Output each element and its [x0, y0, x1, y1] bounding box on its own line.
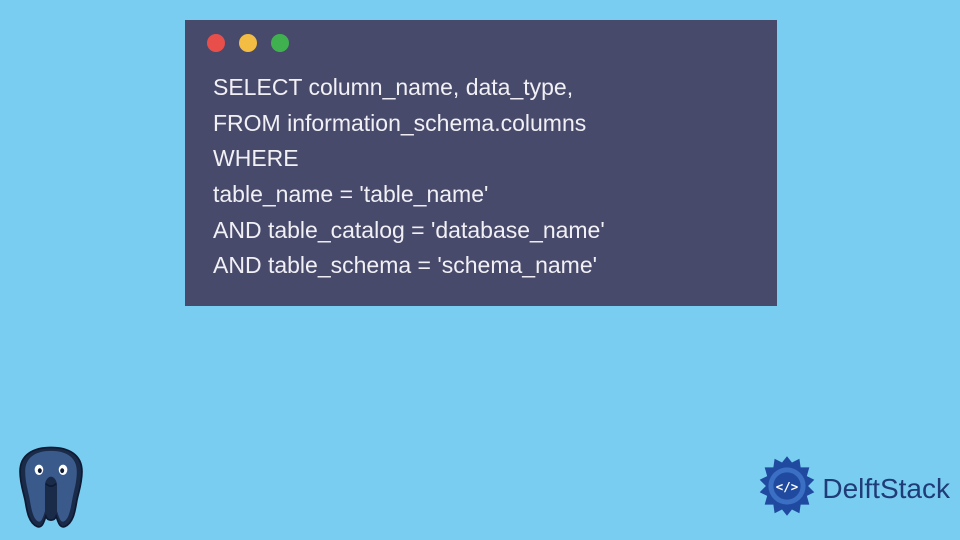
maximize-icon: [271, 34, 289, 52]
code-window: SELECT column_name, data_type, FROM info…: [185, 20, 777, 306]
delftstack-logo: </> DelftStack: [756, 455, 950, 522]
code-line: FROM information_schema.columns: [213, 110, 586, 136]
code-block: SELECT column_name, data_type, FROM info…: [213, 70, 759, 284]
minimize-icon: [239, 34, 257, 52]
delftstack-gear-icon: </>: [756, 455, 818, 522]
svg-text:</>: </>: [776, 479, 798, 494]
code-line: AND table_catalog = 'database_name': [213, 217, 605, 243]
close-icon: [207, 34, 225, 52]
window-controls: [207, 34, 759, 52]
postgresql-icon: [8, 442, 94, 532]
code-line: table_name = 'table_name': [213, 181, 488, 207]
code-line: AND table_schema = 'schema_name': [213, 252, 597, 278]
code-line: WHERE: [213, 145, 299, 171]
delftstack-text: DelftStack: [822, 473, 950, 505]
code-line: SELECT column_name, data_type,: [213, 74, 573, 100]
